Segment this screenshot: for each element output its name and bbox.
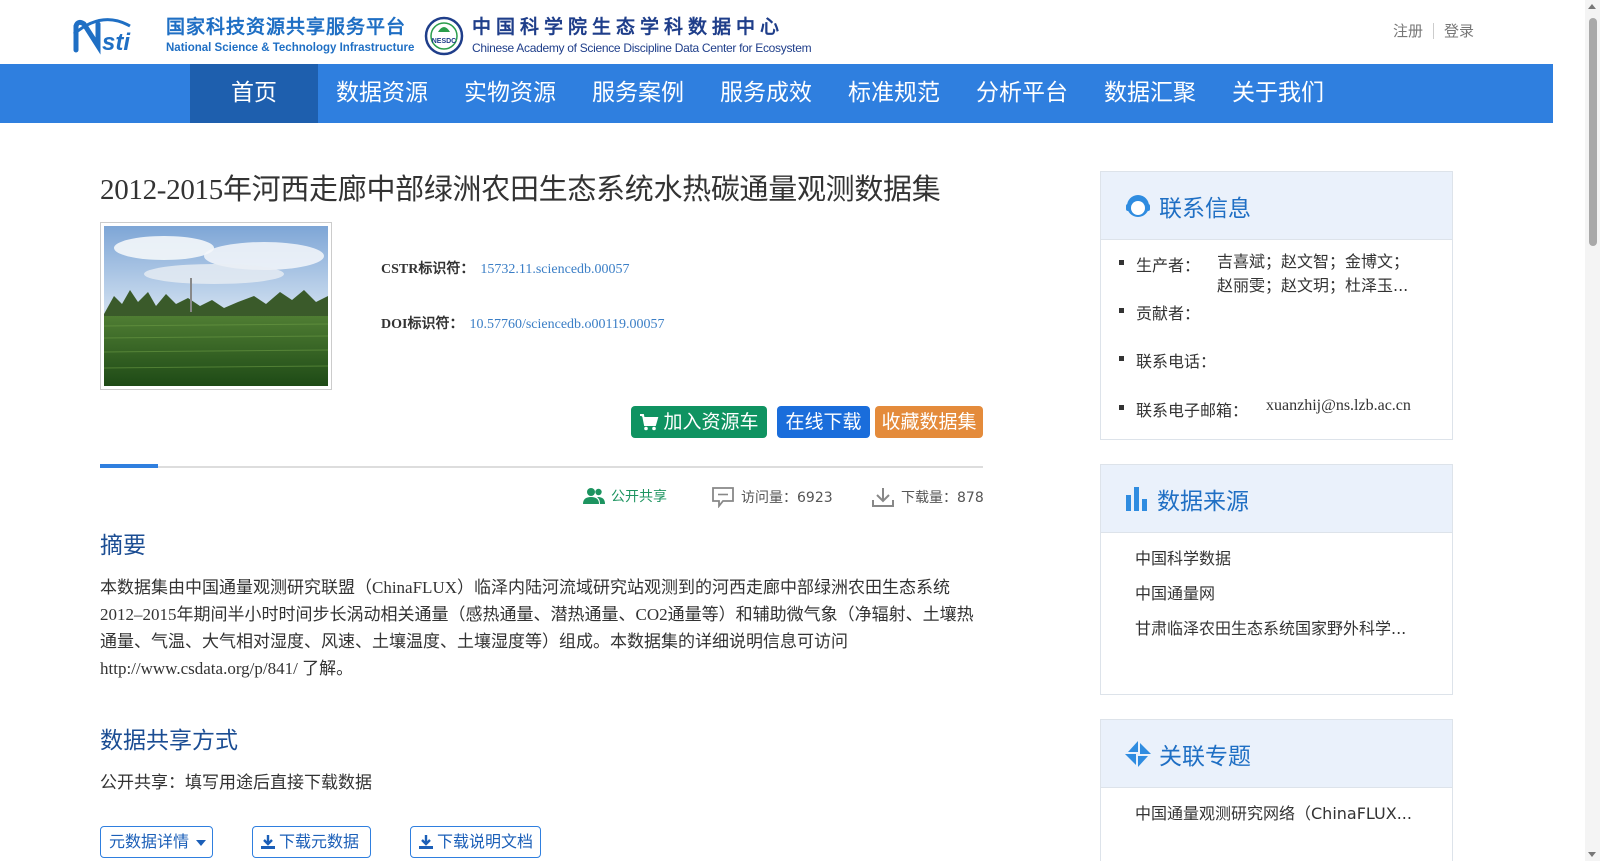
nav-item-analysis-platform[interactable]: 分析平台 [958,64,1086,123]
visit-count-label: 访问量：6923 [741,490,833,506]
nav-item-about-us[interactable]: 关于我们 [1214,64,1342,123]
download-icon [872,488,894,507]
data-source-heading: 数据来源 [1157,488,1249,515]
tab-divider [100,466,983,468]
scroll-thumb[interactable] [1589,18,1597,246]
producer-row: 生产者： [1119,252,1200,276]
abstract-text: 本数据集由中国通量观测研究联盟（ChinaFLUX）临泽内陆河流域研究站观测到的… [100,578,974,678]
doi-link[interactable]: 10.57760/sciencedb.o00119.00057 [469,317,664,332]
svg-text:sti: sti [102,29,131,56]
related-topics-heading: 关联专题 [1159,743,1251,770]
topic-shapes-icon [1125,740,1151,767]
auth-links: 注册 登录 [1393,20,1474,41]
cstr-link[interactable]: 15732.11.sciencedb.00057 [480,262,629,277]
field-photo [104,226,328,386]
bullet-icon [1119,405,1124,410]
data-source-card-header: 数据来源 [1101,465,1452,533]
logo1-cn-title: 国家科技资源共享服务平台 [166,16,407,38]
doi-row: DOI标识符： 10.57760/sciencedb.o00119.00057 [381,313,665,333]
scroll-down-arrow-icon[interactable] [1588,852,1596,857]
nsti-logo[interactable]: sti 国家科技资源共享服务平台 National Science & Tech… [72,16,414,56]
producer-line-2: 赵丽雯；赵文玥；杜泽玉... [1217,276,1409,295]
sharing-text: 公开共享：填写用途后直接下载数据 [100,773,372,792]
email-label: 联系电子邮箱： [1136,401,1249,420]
abstract-heading: 摘要 [100,533,146,559]
source-item[interactable]: 中国通量网 [1135,580,1435,604]
logo2-en-title: Chinese Academy of Science Discipline Da… [472,41,812,55]
producer-label: 生产者： [1136,256,1201,275]
users-icon [583,488,605,504]
nsti-logo-mark: sti [73,18,131,56]
source-item[interactable]: 甘肃临泽农田生态系统国家野外科学... [1135,615,1435,639]
main-nav: 首页 数据资源 实物资源 服务案例 服务成效 标准规范 分析平台 数据汇聚 关于… [0,64,1553,123]
contributor-row: 贡献者： [1119,300,1200,324]
top-header: sti 国家科技资源共享服务平台 National Science & Tech… [0,0,1600,64]
logo1-en-title: National Science & Technology Infrastruc… [166,42,415,54]
nesdc-logo-mark: NESDC [424,16,464,56]
cstr-row: CSTR标识符： 15732.11.sciencedb.00057 [381,258,630,278]
auth-divider [1432,22,1434,39]
visit-count: 访问量：6923 [711,486,833,508]
download-icon [419,835,433,849]
cstr-label: CSTR标识符： [381,262,475,277]
contact-card: 联系信息 生产者： 吉喜斌；赵文智；金博文； 赵丽雯；赵文玥；杜泽玉... 贡献… [1100,171,1453,440]
add-to-cart-label: 加入资源车 [663,411,759,433]
contact-heading: 联系信息 [1159,195,1251,222]
producer-line-1: 吉喜斌；赵文智；金博文； [1217,252,1410,271]
nav-item-home[interactable]: 首页 [190,64,318,123]
download-metadata-label: 下载元数据 [279,832,360,851]
download-metadata-button[interactable]: 下载元数据 [252,826,371,858]
bullet-icon [1119,308,1124,313]
download-online-button[interactable]: 在线下载 [777,406,870,438]
contact-card-header: 联系信息 [1101,172,1452,240]
chevron-down-icon [196,840,207,846]
doi-label: DOI标识符： [381,317,464,332]
bullet-icon [1119,260,1124,265]
producer-value: 吉喜斌；赵文智；金博文； 赵丽雯；赵文玥；杜泽玉... [1217,250,1432,298]
cart-icon [640,414,659,431]
nesdc-logo[interactable]: NESDC 中国科学院生态学科数据中心 Chinese Academy of S… [424,16,812,56]
scroll-up-arrow-icon[interactable] [1588,4,1596,9]
download-icon [261,835,275,849]
nav-item-data-resources[interactable]: 数据资源 [318,64,446,123]
bullet-icon [1119,356,1124,361]
email-value[interactable]: xuanzhij@ns.lzb.ac.cn [1266,397,1411,415]
metadata-detail-label: 元数据详情 [109,832,190,851]
download-doc-button[interactable]: 下载说明文档 [410,826,541,858]
download-count-label: 下载量：878 [901,490,984,506]
nav-item-service-results[interactable]: 服务成效 [702,64,830,123]
share-status: 公开共享 [583,486,667,506]
metadata-detail-button[interactable]: 元数据详情 [100,826,213,858]
bar-chart-icon [1126,486,1147,511]
email-row: 联系电子邮箱： [1119,397,1248,421]
tab-active-indicator[interactable] [100,464,158,468]
phone-label: 联系电话： [1136,352,1217,371]
customer-service-icon [1126,194,1150,217]
dataset-title: 2012-2015年河西走廊中部绿洲农田生态系统水热碳通量观测数据集 [100,174,941,206]
download-doc-label: 下载说明文档 [437,832,534,851]
nav-item-data-aggregation[interactable]: 数据汇聚 [1086,64,1214,123]
register-link[interactable]: 注册 [1393,20,1423,41]
data-source-card: 数据来源 中国科学数据 中国通量网 甘肃临泽农田生态系统国家野外科学... [1100,464,1453,695]
source-item[interactable]: 中国科学数据 [1135,545,1435,569]
nav-item-standards[interactable]: 标准规范 [830,64,958,123]
favorite-dataset-button[interactable]: 收藏数据集 [875,406,983,438]
comment-icon [712,487,734,508]
logo2-cn-title: 中国科学院生态学科数据中心 [472,16,785,38]
share-status-label: 公开共享 [611,489,667,505]
svg-text:NESDC: NESDC [432,38,457,45]
contributor-label: 贡献者： [1136,304,1201,323]
topic-item[interactable]: 中国通量观测研究网络（ChinaFLUX... [1135,800,1435,824]
phone-row: 联系电话： [1119,348,1216,372]
nav-item-physical-resources[interactable]: 实物资源 [446,64,574,123]
page-scrollbar[interactable] [1585,0,1600,861]
related-topics-card: 关联专题 中国通量观测研究网络（ChinaFLUX... [1100,719,1453,861]
sharing-heading: 数据共享方式 [100,728,238,754]
nav-item-service-cases[interactable]: 服务案例 [574,64,702,123]
related-topics-card-header: 关联专题 [1101,720,1452,788]
add-to-cart-button[interactable]: 加入资源车 [631,406,767,438]
download-count: 下载量：878 [871,486,984,508]
login-link[interactable]: 登录 [1444,20,1474,41]
dataset-thumbnail [100,222,332,390]
